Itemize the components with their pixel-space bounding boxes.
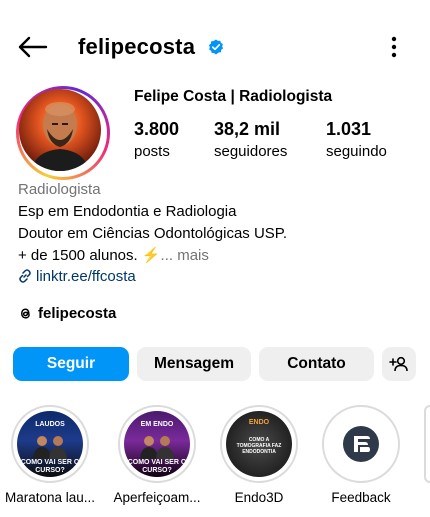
stat-following-label: seguindo <box>326 143 387 160</box>
stat-following-value: 1.031 <box>326 119 372 139</box>
threads-icon <box>20 308 30 319</box>
highlight-cover <box>328 411 394 477</box>
bio-line-3: + de 1500 alunos. ⚡... mais <box>18 245 209 267</box>
profile-full-name: Felipe Costa | Radiologista <box>134 88 333 105</box>
bio-line-1: Esp em Endodontia e Radiologia <box>18 203 237 220</box>
highlight-cover-title: EM ENDO <box>140 421 174 428</box>
highlight-label: Endo3D <box>234 490 284 505</box>
highlight-cover-subtitle: COMO A TOMOGRAFIA FAZ ENDODONTIA <box>236 437 282 455</box>
lightning-icon: ⚡ <box>141 247 161 264</box>
bio-line-3-text: + de 1500 alunos. <box>18 247 142 264</box>
bio-line-2: Doutor em Ciências Odontológicas USP. <box>18 225 288 242</box>
profile-link[interactable]: linktr.ee/ffcosta <box>18 268 136 285</box>
story-highlight[interactable]: LAUDOS COMO VAI SER O CURSO? <box>11 405 89 483</box>
stat-posts[interactable]: 3.800 posts <box>134 119 179 160</box>
highlight-cover-subtitle: COMO VAI SER O CURSO? <box>127 459 187 474</box>
highlight-cover: ENDO COMO A TOMOGRAFIA FAZ ENDODONTIA <box>226 411 292 477</box>
follow-button[interactable]: Seguir <box>13 347 129 381</box>
story-highlight[interactable] <box>322 405 400 483</box>
threads-badge[interactable]: felipecosta <box>18 305 116 322</box>
highlight-cover-title: ENDO <box>248 419 270 426</box>
back-arrow-icon[interactable] <box>18 36 48 58</box>
avatar-photo <box>19 89 101 171</box>
threads-handle: felipecosta <box>38 305 117 322</box>
highlight-cover-subtitle: COMO VAI SER O CURSO? <box>20 459 80 474</box>
suggest-users-button[interactable] <box>382 347 416 381</box>
stat-followers-label: seguidores <box>214 143 288 160</box>
stat-posts-label: posts <box>134 143 170 160</box>
link-icon <box>19 269 31 283</box>
stat-posts-value: 3.800 <box>134 119 180 139</box>
highlight-label: Maratona lau... <box>4 490 96 505</box>
profile-username: felipecosta <box>78 34 196 59</box>
stat-following[interactable]: 1.031 seguindo <box>326 119 387 160</box>
profile-avatar[interactable] <box>16 86 110 180</box>
more-options-icon[interactable] <box>386 34 402 60</box>
highlight-label: Aperfeiçoam... <box>113 490 201 505</box>
profile-category: Radiologista <box>18 181 101 198</box>
verified-badge-icon <box>209 39 223 55</box>
stat-followers[interactable]: 38,2 mil seguidores <box>214 119 287 160</box>
stat-followers-value: 38,2 mil <box>214 119 281 139</box>
highlight-label: Feedback <box>331 490 391 505</box>
highlight-cover: EM ENDO COMO VAI SER O CURSO? <box>124 411 190 477</box>
story-highlight[interactable]: EM ENDO COMO VAI SER O CURSO? <box>118 405 196 483</box>
add-user-icon <box>389 356 408 372</box>
story-highlight-partial[interactable] <box>424 405 430 483</box>
contact-button[interactable]: Contato <box>259 347 374 381</box>
bio-more-link[interactable]: ... mais <box>161 247 209 264</box>
feedback-logo-icon <box>343 426 379 462</box>
profile-link-text: linktr.ee/ffcosta <box>36 268 136 285</box>
highlight-cover: LAUDOS COMO VAI SER O CURSO? <box>17 411 83 477</box>
story-highlight[interactable]: ENDO COMO A TOMOGRAFIA FAZ ENDODONTIA <box>220 405 298 483</box>
highlight-cover-title: LAUDOS <box>35 421 65 428</box>
message-button[interactable]: Mensagem <box>137 347 251 381</box>
